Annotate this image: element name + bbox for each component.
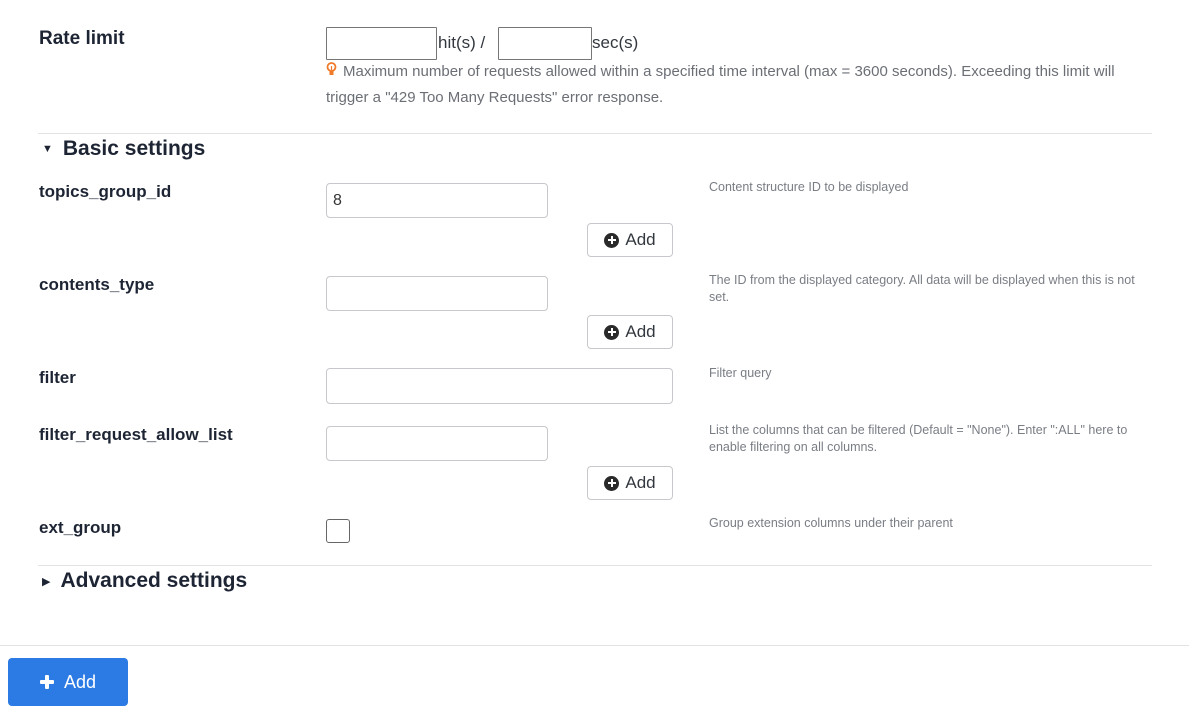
contents-type-input[interactable] [326, 276, 548, 311]
filter-request-allow-list-input[interactable] [326, 426, 548, 461]
plus-circle-icon [604, 324, 620, 340]
contents-type-add-button[interactable]: Add [587, 315, 673, 349]
rate-limit-hint: Maximum number of requests allowed withi… [326, 59, 1141, 110]
advanced-settings-title: Advanced settings [60, 569, 248, 592]
rate-limit-label: Rate limit [39, 28, 125, 49]
add-button-label: Add [625, 322, 656, 341]
topics-group-id-help: Content structure ID to be displayed [709, 180, 909, 194]
basic-settings-toggle[interactable]: ▼ Basic settings [42, 137, 205, 161]
topics-group-id-add-button[interactable]: Add [587, 223, 673, 257]
field-label-filter-request-allow-list: filter_request_allow_list [39, 425, 233, 444]
caret-right-icon: ▶ [42, 575, 51, 588]
filter-input[interactable] [326, 368, 673, 404]
rate-limit-hits-input[interactable] [326, 27, 437, 60]
filter-request-allow-list-help: List the columns that can be filtered (D… [709, 423, 1128, 454]
rate-limit-seconds-input[interactable] [498, 27, 592, 60]
section-divider [38, 565, 1152, 566]
filter-request-allow-list-add-button[interactable]: Add [587, 466, 673, 500]
topics-group-id-input[interactable] [326, 183, 548, 218]
footer-divider [0, 645, 1189, 646]
field-label-filter: filter [39, 368, 76, 387]
basic-settings-title: Basic settings [62, 137, 206, 160]
ext-group-checkbox[interactable] [326, 519, 350, 543]
seconds-unit-label: sec(s) [592, 33, 639, 52]
plus-circle-icon [604, 475, 620, 491]
caret-down-icon: ▼ [42, 143, 53, 155]
plus-icon [39, 675, 54, 689]
advanced-settings-toggle[interactable]: ▶ Advanced settings [42, 569, 247, 593]
rate-limit-hint-text: Maximum number of requests allowed withi… [326, 63, 1115, 106]
add-button[interactable]: Add [8, 658, 128, 706]
contents-type-help: The ID from the displayed category. All … [709, 273, 1135, 304]
field-label-contents-type: contents_type [39, 275, 155, 294]
add-button-label: Add [625, 473, 656, 492]
ext-group-help: Group extension columns under their pare… [709, 516, 953, 530]
add-button-label: Add [625, 230, 656, 249]
filter-help: Filter query [709, 366, 772, 380]
section-divider [38, 133, 1152, 134]
field-label-ext-group: ext_group [39, 518, 122, 537]
plus-circle-icon [604, 232, 620, 248]
field-label-topics-group-id: topics_group_id [39, 182, 172, 201]
hits-unit-label: hit(s) / [438, 33, 486, 52]
lightbulb-icon [326, 60, 337, 85]
add-button-label: Add [63, 671, 97, 692]
